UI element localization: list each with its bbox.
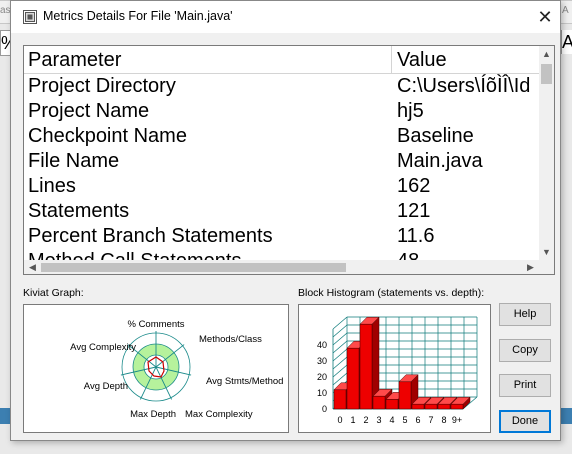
horizontal-scroll-thumb[interactable] xyxy=(41,263,346,272)
x-tick-label: 7 xyxy=(428,415,433,425)
x-tick-label: 4 xyxy=(389,415,394,425)
kiviat-axis-label: Max Depth xyxy=(130,409,176,420)
kiviat-axis-label: Avg Stmts/Method xyxy=(206,376,283,387)
scroll-down-icon[interactable]: ▼ xyxy=(539,245,554,260)
kiviat-axis-label: Methods/Class xyxy=(199,334,262,345)
table-row[interactable]: Statements 121 xyxy=(24,199,539,224)
window-title: Metrics Details For File 'Main.java' xyxy=(43,9,233,23)
kiviat-axis-label: Avg Complexity xyxy=(70,342,136,353)
value-cell: 11.6 xyxy=(397,225,435,247)
horizontal-scrollbar[interactable]: ◀ ▶ xyxy=(24,260,539,274)
parameter-cell: Statements xyxy=(28,200,130,222)
kiviat-graph: % Comments Methods/Class Avg Stmts/Metho… xyxy=(23,304,289,433)
x-tick-label: 8 xyxy=(441,415,446,425)
done-button[interactable]: Done xyxy=(499,410,551,433)
list-header: Parameter Value xyxy=(24,46,539,74)
copy-button[interactable]: Copy xyxy=(499,339,551,362)
value-cell: Baseline xyxy=(397,125,474,147)
block-histogram: 0 10 20 30 40 0 1 2 3 4 5 6 7 8 9+ xyxy=(298,304,491,433)
y-tick-label: 40 xyxy=(317,340,327,350)
background-text-fragment: A xyxy=(562,5,569,16)
value-cell: 162 xyxy=(397,175,431,197)
y-tick-label: 30 xyxy=(317,356,327,366)
column-header-value[interactable]: Value xyxy=(393,46,539,73)
parameter-cell: File Name xyxy=(28,150,120,172)
vertical-scroll-thumb[interactable] xyxy=(541,64,552,84)
list-rows: Project Directory C:\Users\ÍõÌÎ\Id Project… xyxy=(24,74,539,262)
kiviat-axis-label: Avg Depth xyxy=(84,381,128,392)
x-tick-label: 0 xyxy=(337,415,342,425)
x-tick-label: 2 xyxy=(363,415,368,425)
vertical-scrollbar[interactable]: ▲ ▼ xyxy=(539,46,554,260)
parameter-cell: Project Name xyxy=(28,100,150,122)
x-tick-label: 1 xyxy=(350,415,355,425)
table-row[interactable]: Checkpoint Name Baseline xyxy=(24,124,539,149)
scroll-up-icon[interactable]: ▲ xyxy=(539,47,554,62)
column-header-parameter[interactable]: Parameter xyxy=(24,46,392,73)
parameter-cell: Project Directory xyxy=(28,75,176,97)
scrollbar-corner xyxy=(539,260,554,274)
table-row[interactable]: Project Directory C:\Users\ÍõÌÎ\Id xyxy=(24,74,539,99)
x-tick-label: 9+ xyxy=(452,415,462,425)
background-field-right: A xyxy=(561,30,572,54)
parameter-cell: Checkpoint Name xyxy=(28,125,187,147)
block-histogram-label: Block Histogram (statements vs. depth): xyxy=(298,287,485,299)
metrics-details-dialog: Metrics Details For File 'Main.java' ✕ P… xyxy=(10,0,561,441)
print-button[interactable]: Print xyxy=(499,374,551,397)
x-tick-label: 5 xyxy=(402,415,407,425)
value-cell: Main.java xyxy=(397,150,483,172)
table-row[interactable]: File Name Main.java xyxy=(24,149,539,174)
app-icon xyxy=(23,10,37,24)
table-row[interactable]: Lines 162 xyxy=(24,174,539,199)
y-tick-label: 10 xyxy=(317,388,327,398)
x-tick-label: 3 xyxy=(376,415,381,425)
parameter-cell: Percent Branch Statements xyxy=(28,225,273,247)
scroll-right-icon[interactable]: ▶ xyxy=(523,260,538,274)
value-cell: 121 xyxy=(397,200,431,222)
y-tick-label: 20 xyxy=(317,372,327,382)
kiviat-axis-label: Max Complexity xyxy=(185,409,253,420)
kiviat-graph-label: Kiviat Graph: xyxy=(23,287,84,299)
table-row[interactable]: Percent Branch Statements 11.6 xyxy=(24,224,539,249)
title-bar[interactable]: Metrics Details For File 'Main.java' ✕ xyxy=(11,1,560,33)
parameter-cell: Lines xyxy=(28,175,76,197)
value-cell: hj5 xyxy=(397,100,424,122)
value-cell: C:\Users\ÍõÌÎ\Id xyxy=(397,75,531,97)
x-tick-label: 6 xyxy=(415,415,420,425)
background-text-fragment: as xyxy=(0,5,10,16)
metrics-list[interactable]: Parameter Value Project Directory C:\User… xyxy=(23,45,555,275)
table-row[interactable]: Project Name hj5 xyxy=(24,99,539,124)
close-icon[interactable]: ✕ xyxy=(532,5,558,29)
help-button[interactable]: Help xyxy=(499,303,551,326)
kiviat-axis-label: % Comments xyxy=(127,319,184,330)
scroll-left-icon[interactable]: ◀ xyxy=(25,260,40,274)
y-tick-label: 0 xyxy=(322,404,327,414)
